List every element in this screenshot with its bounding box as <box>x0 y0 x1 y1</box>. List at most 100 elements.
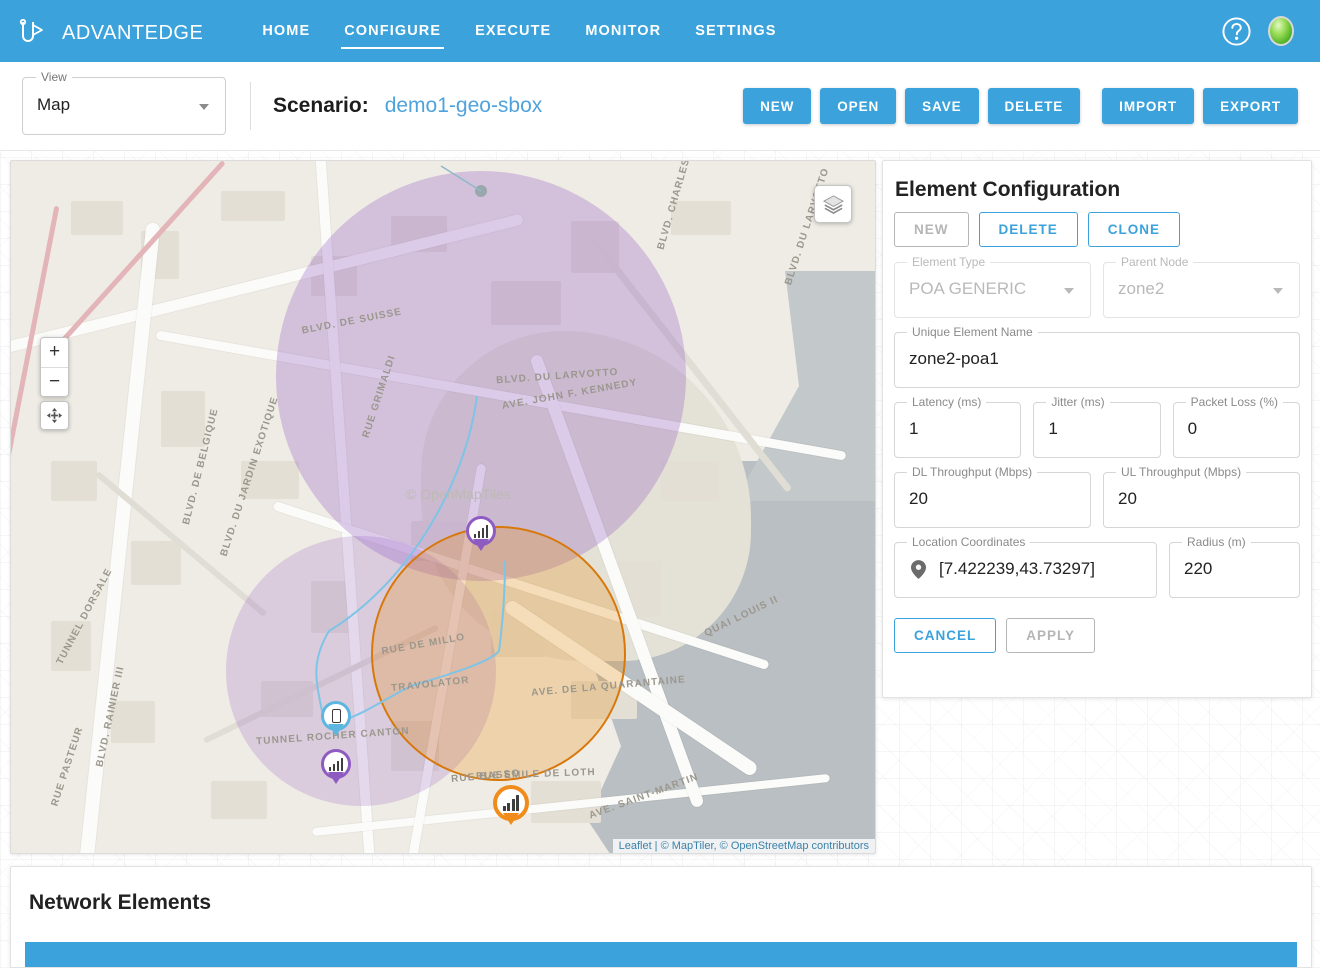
dl-throughput-value: 20 <box>909 489 928 508</box>
latency-input[interactable]: Latency (ms) 1 <box>894 395 1022 458</box>
location-coordinates-input[interactable]: Location Coordinates [7.422239,43.73297] <box>894 535 1157 598</box>
radius-label: Radius (m) <box>1182 535 1251 549</box>
chevron-down-icon <box>1273 288 1283 294</box>
ul-throughput-input[interactable]: UL Throughput (Mbps) 20 <box>1103 465 1300 528</box>
nav-item-settings[interactable]: SETTINGS <box>678 0 793 62</box>
new-button[interactable]: NEW <box>743 88 812 124</box>
move-arrows-icon <box>46 407 63 424</box>
status-led-green[interactable] <box>1268 16 1294 46</box>
import-button[interactable]: IMPORT <box>1102 88 1195 124</box>
unique-element-name-label: Unique Element Name <box>907 325 1038 339</box>
poa-pin <box>466 516 496 546</box>
map-pan-button[interactable] <box>40 401 69 430</box>
element-config-actions: NEW DELETE CLONE <box>894 212 1300 247</box>
apply-button[interactable]: APPLY <box>1006 618 1096 653</box>
phone-icon <box>331 709 341 723</box>
packet-loss-value: 0 <box>1187 419 1198 438</box>
network-characteristics-row: Latency (ms) 1 Jitter (ms) 1 Packet Loss… <box>894 395 1300 458</box>
element-config-footer-actions: CANCEL APPLY <box>894 618 1300 653</box>
layers-stack-icon <box>822 194 844 214</box>
attribution-providers[interactable]: © MapTiler, © OpenStreetMap contributors <box>661 840 869 852</box>
element-clone-button[interactable]: CLONE <box>1087 212 1181 247</box>
brand-name-prefix: ADVANTEDGE <box>62 21 204 44</box>
element-type-label: Element Type <box>907 255 991 269</box>
nav-item-configure[interactable]: CONFIGURE <box>327 0 458 62</box>
signal-bars-icon <box>502 795 520 811</box>
delete-button[interactable]: DELETE <box>987 88 1081 124</box>
element-configuration-panel: Element Configuration NEW DELETE CLONE E… <box>882 160 1312 698</box>
view-select[interactable]: View Map <box>22 70 226 135</box>
parent-node-value: zone2 <box>1118 279 1165 298</box>
packet-loss-label: Packet Loss (%) <box>1185 395 1284 409</box>
top-navigation-bar: ADVANTEDGE HOME CONFIGURE EXECUTE MONITO… <box>0 0 1320 62</box>
nav-right-controls <box>1221 16 1302 47</box>
ue-pin <box>321 701 351 731</box>
element-new-button[interactable]: NEW <box>894 212 969 247</box>
zoom-in-button[interactable]: + <box>41 338 68 367</box>
location-coordinates-value: [7.422239,43.73297] <box>939 559 1095 578</box>
poa-pin <box>321 749 351 779</box>
nav-item-home[interactable]: HOME <box>245 0 327 62</box>
jitter-input[interactable]: Jitter (ms) 1 <box>1033 395 1161 458</box>
nav-item-monitor[interactable]: MONITOR <box>568 0 678 62</box>
unique-element-name-input[interactable]: Unique Element Name zone2-poa1 <box>894 325 1300 388</box>
throughput-row: DL Throughput (Mbps) 20 UL Throughput (M… <box>894 465 1300 528</box>
location-coordinates-label: Location Coordinates <box>907 535 1031 549</box>
jitter-label: Jitter (ms) <box>1046 395 1110 409</box>
cancel-button[interactable]: CANCEL <box>894 618 997 653</box>
map-marker-poa-selected[interactable] <box>493 785 529 821</box>
element-delete-button[interactable]: DELETE <box>978 212 1078 247</box>
nav-items: HOME CONFIGURE EXECUTE MONITOR SETTINGS <box>245 0 793 62</box>
map-watermark: © OpenMapTiles <box>406 486 511 502</box>
open-button[interactable]: OPEN <box>820 88 897 124</box>
selected-poa-pin <box>493 785 529 821</box>
brand-name: ADVANTEDGE <box>62 17 203 46</box>
map-marker-poa[interactable] <box>321 749 351 779</box>
latency-label: Latency (ms) <box>907 395 987 409</box>
help-circle-icon[interactable] <box>1221 16 1252 47</box>
element-type-value: POA GENERIC <box>909 279 1027 298</box>
signal-bars-icon <box>328 757 344 771</box>
dl-throughput-input[interactable]: DL Throughput (Mbps) 20 <box>894 465 1091 528</box>
view-select-value: Map <box>37 95 71 114</box>
map-view[interactable]: BLVD. DE SUISSE BLVD. DU LARVOTTO AVE. J… <box>10 160 876 854</box>
nav-item-execute[interactable]: EXECUTE <box>458 0 568 62</box>
map-connection-path <box>315 165 506 722</box>
radius-value: 220 <box>1184 559 1213 578</box>
packet-loss-input[interactable]: Packet Loss (%) 0 <box>1172 395 1300 458</box>
unique-element-name-value: zone2-poa1 <box>909 349 999 368</box>
export-button[interactable]: EXPORT <box>1203 88 1298 124</box>
ul-throughput-value: 20 <box>1118 489 1137 508</box>
jitter-value: 1 <box>1048 419 1058 438</box>
scenario-name[interactable]: demo1-geo-sbox <box>385 94 543 118</box>
save-button[interactable]: SAVE <box>905 88 979 124</box>
map-pin-icon <box>911 560 926 579</box>
ul-throughput-label: UL Throughput (Mbps) <box>1116 465 1247 479</box>
map-tiles: BLVD. DE SUISSE BLVD. DU LARVOTTO AVE. J… <box>11 161 875 853</box>
radius-input[interactable]: Radius (m) 220 <box>1169 535 1300 598</box>
chevron-down-icon <box>199 104 209 110</box>
parent-node-label: Parent Node <box>1116 255 1194 269</box>
map-marker-poa[interactable] <box>466 516 496 546</box>
network-elements-panel: Network Elements NAME ↑ TYPE PARENT NODE <box>10 866 1312 968</box>
attribution-leaflet-link[interactable]: Leaflet <box>619 840 652 852</box>
panel-title: Element Configuration <box>895 178 1121 201</box>
dl-throughput-label: DL Throughput (Mbps) <box>907 465 1038 479</box>
signal-bars-icon <box>473 524 489 538</box>
map-marker-ue[interactable] <box>321 701 351 731</box>
zoom-out-button[interactable]: − <box>41 367 68 396</box>
view-select-label: View <box>36 70 72 84</box>
chevron-down-icon <box>1064 288 1074 294</box>
type-parent-row: Element Type POA GENERIC Parent Node zon… <box>894 255 1300 318</box>
location-row: Location Coordinates [7.422239,43.73297]… <box>894 535 1300 598</box>
advantedge-logo-icon[interactable] <box>18 16 48 46</box>
toolbar-actions: NEW OPEN SAVE DELETE IMPORT EXPORT <box>734 88 1298 124</box>
toolbar-divider <box>250 82 251 130</box>
map-attribution: Leaflet | © MapTiler, © OpenStreetMap co… <box>612 839 875 853</box>
element-type-select[interactable]: Element Type POA GENERIC <box>894 255 1091 318</box>
network-elements-title: Network Elements <box>29 891 212 914</box>
parent-node-select[interactable]: Parent Node zone2 <box>1103 255 1300 318</box>
map-layers-button[interactable] <box>814 185 852 223</box>
attribution-separator: | <box>651 840 661 852</box>
unique-name-row: Unique Element Name zone2-poa1 <box>894 325 1300 388</box>
